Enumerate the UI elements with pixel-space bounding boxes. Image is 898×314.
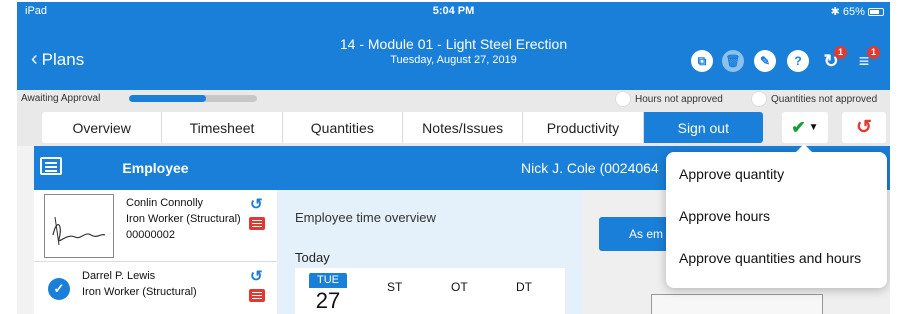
col-ot: OT xyxy=(451,280,468,294)
copy-icon[interactable]: ⧉ xyxy=(691,50,713,72)
employee-panel: Employee Conlin Connolly Iron Worker (St… xyxy=(34,146,277,314)
approve-quantity-item[interactable]: Approve quantity xyxy=(679,166,784,182)
tab-timesheet[interactable]: Timesheet xyxy=(162,112,283,143)
delete-icon[interactable]: 🗑 xyxy=(722,50,744,72)
status-bar: iPad 5:04 PM ✱ 65% xyxy=(17,2,890,20)
battery-percent: 65% xyxy=(842,6,865,18)
col-st: ST xyxy=(387,280,403,294)
employee-role: Iron Worker (Structural) xyxy=(82,286,197,298)
quantities-status-dot-icon xyxy=(751,91,767,107)
hours-status: Hours not approved xyxy=(615,91,723,107)
battery-indicator: ✱ 65% xyxy=(831,5,884,18)
timesheet-doc-icon[interactable] xyxy=(249,217,265,230)
app-frame: iPad 5:04 PM ✱ 65% ‹ Plans 14 - Module 01… xyxy=(17,2,890,314)
selected-check-icon[interactable]: ✓ xyxy=(48,278,70,300)
tab-quantities[interactable]: Quantities xyxy=(283,112,403,143)
approval-status-label: Awaiting Approval xyxy=(21,93,101,104)
tab-notes-issues[interactable]: Notes/Issues xyxy=(403,112,524,143)
approval-status-bar: Awaiting Approval Hours not approved Qua… xyxy=(17,90,890,108)
undo-button[interactable]: ↺ xyxy=(842,112,886,143)
tab-overview[interactable]: Overview xyxy=(42,112,163,143)
approve-hours-item[interactable]: Approve hours xyxy=(679,208,770,224)
approve-dropdown-button[interactable]: ✔ ▼ xyxy=(782,112,828,143)
tab-bar: Overview Timesheet Quantities Notes/Issu… xyxy=(42,112,763,143)
tab-productivity[interactable]: Productivity xyxy=(523,112,644,143)
signature-box[interactable] xyxy=(651,294,823,314)
employee-id: 00000002 xyxy=(126,229,175,241)
employee-card[interactable]: ✓ Darrel P. Lewis Iron Worker (Structura… xyxy=(34,262,277,314)
clock: 5:04 PM xyxy=(432,5,475,17)
time-overview-panel: Employee time overview Today TUE 27 ST O… xyxy=(277,190,583,314)
day-abbr: TUE xyxy=(309,273,347,288)
employee-name: Darrel P. Lewis xyxy=(82,270,156,282)
time-table: TUE 27 ST OT DT xyxy=(295,268,565,314)
col-dt: DT xyxy=(516,280,532,294)
undo-icon: ↺ xyxy=(856,117,872,138)
help-icon[interactable]: ? xyxy=(787,50,809,72)
navigation-header: iPad 5:04 PM ✱ 65% ‹ Plans 14 - Module 01… xyxy=(17,2,890,90)
edit-icon[interactable]: ✎ xyxy=(754,50,776,72)
hours-status-dot-icon xyxy=(615,91,631,107)
timesheet-doc-icon[interactable] xyxy=(249,289,265,302)
sync-icon[interactable]: ↻ 1 xyxy=(820,46,847,72)
employee-name: Conlin Connolly xyxy=(126,197,204,209)
overview-title: Employee time overview xyxy=(295,210,436,225)
page-title: 14 - Module 01 - Light Steel Erection xyxy=(339,36,568,52)
employee-panel-header: Employee xyxy=(34,146,277,190)
battery-icon xyxy=(868,8,884,16)
check-icon: ✔ xyxy=(791,117,806,137)
approval-progress xyxy=(129,95,257,102)
tab-bar-row: Overview Timesheet Quantities Notes/Issu… xyxy=(17,108,890,146)
sync-badge: 1 xyxy=(834,46,847,59)
undo-icon[interactable]: ↺ xyxy=(250,267,263,285)
signature-image xyxy=(44,194,114,258)
undo-icon[interactable]: ↺ xyxy=(250,195,263,213)
employee-panel-title: Employee xyxy=(122,160,189,176)
approval-progress-fill xyxy=(129,95,206,102)
quantities-status: Quantities not approved xyxy=(751,91,877,107)
menu-badge: 1 xyxy=(867,46,880,59)
caret-down-icon: ▼ xyxy=(808,122,819,133)
approve-menu: Approve quantity Approve hours Approve q… xyxy=(666,144,887,288)
day-number: 27 xyxy=(315,288,341,313)
bluetooth-icon: ✱ xyxy=(830,6,840,18)
today-label: Today xyxy=(295,250,330,265)
quantities-status-label: Quantities not approved xyxy=(771,93,878,105)
employee-card[interactable]: Conlin Connolly Iron Worker (Structural)… xyxy=(34,190,277,262)
employee-role: Iron Worker (Structural) xyxy=(126,213,241,225)
employee-heading: Nick J. Cole (0024064 xyxy=(521,160,659,176)
hours-status-label: Hours not approved xyxy=(635,93,723,105)
sign-out-button[interactable]: Sign out xyxy=(643,112,763,143)
approve-quantities-and-hours-item[interactable]: Approve quantities and hours xyxy=(679,250,861,266)
menu-icon[interactable]: ≡ 1 xyxy=(853,46,880,72)
